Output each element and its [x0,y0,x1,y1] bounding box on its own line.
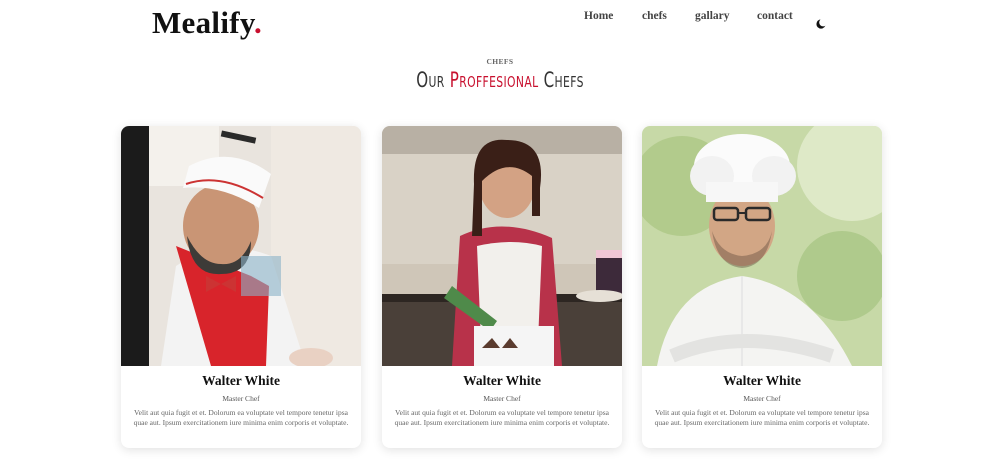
nav-link-contact[interactable]: contact [757,10,793,22]
chef-description: Velit aut quia fugit et et. Dolorum ea v… [133,408,349,427]
nav-link-gallary[interactable]: gallary [695,10,730,22]
section-title: Our Proffesional Chefs [140,68,860,92]
title-suffix: Chefs [538,68,584,92]
chef-card[interactable]: Walter White Master Chef Velit aut quia … [121,126,361,448]
brand-name: Mealify [152,5,254,40]
brand-logo[interactable]: Mealify. [152,5,262,41]
chef-name: Walter White [463,373,541,388]
chef-name: Walter White [723,373,801,388]
chef-description: Velit aut quia fugit et et. Dolorum ea v… [394,408,610,427]
chef-name: Walter White [202,373,280,388]
nav-link-chefs[interactable]: chefs [642,10,667,22]
title-accent: Proffesional [449,68,539,92]
brand-dot: . [253,5,263,40]
site-header: Mealify. Home chefs gallary contact [0,0,1000,46]
title-prefix: Our [416,68,450,92]
chef-role: Master Chef [743,394,781,403]
section-eyebrow: CHEFS [486,57,514,66]
chef-photo-pastry [382,126,622,366]
chef-card[interactable]: Walter White Master Chef Velit aut quia … [382,126,622,448]
chef-photo-white-uniform [642,126,882,366]
nav-link-home[interactable]: Home [584,10,613,22]
chef-photo-red-apron [121,126,361,366]
chef-role: Master Chef [483,394,521,403]
moon-icon[interactable] [815,15,828,29]
chef-description: Velit aut quia fugit et et. Dolorum ea v… [654,408,870,427]
chef-card[interactable]: Walter White Master Chef Velit aut quia … [642,126,882,448]
chef-role: Master Chef [222,394,260,403]
